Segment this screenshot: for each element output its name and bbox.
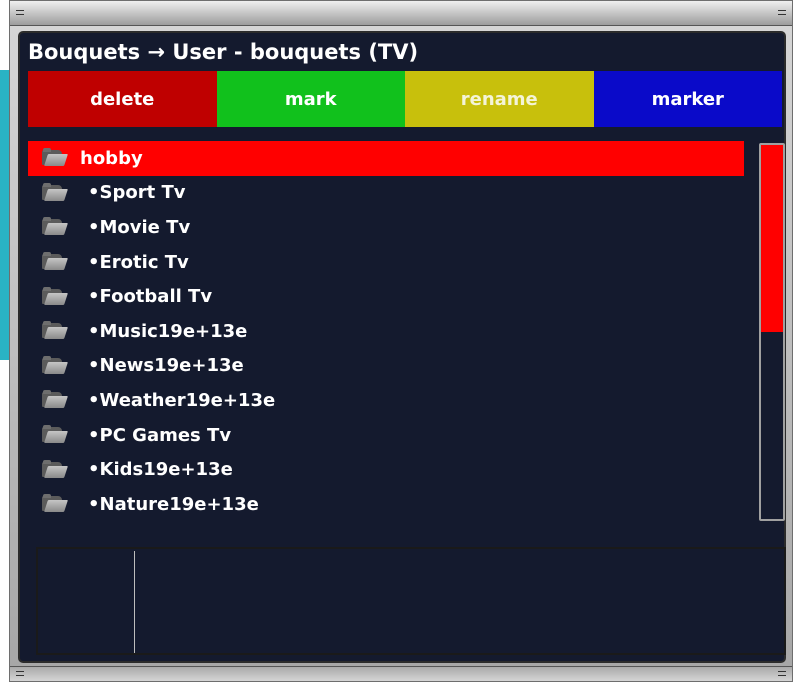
mark-button[interactable]: mark [216, 71, 405, 127]
list-item-label: •Nature19e+13e [88, 493, 259, 515]
marker-button[interactable]: marker [593, 71, 782, 127]
folder-icon [42, 217, 68, 236]
list-item-label: •News19e+13e [88, 355, 244, 377]
list-item-label: •Erotic Tv [88, 251, 189, 273]
corner-grip-icon [16, 671, 24, 676]
list-item-label: •Movie Tv [88, 216, 191, 238]
folder-icon [42, 355, 68, 375]
bouquet-list: hobby •Sport Tv •Movie Tv •Erotic Tv •Fo… [28, 141, 744, 522]
list-item[interactable]: •Movie Tv [28, 210, 744, 245]
rename-button[interactable]: rename [405, 71, 594, 127]
folder-icon [42, 494, 68, 513]
folder-icon [42, 321, 68, 340]
list-item[interactable]: •Nature19e+13e [28, 487, 744, 522]
list-item[interactable]: •News19e+13e [28, 349, 744, 384]
info-divider [134, 551, 135, 653]
list-item[interactable]: hobby [28, 141, 744, 176]
list-item[interactable]: •Weather19e+13e [28, 383, 744, 418]
folder-icon [42, 425, 68, 444]
color-button-bar: delete mark rename marker [28, 71, 782, 127]
folder-icon [42, 286, 68, 306]
list-item[interactable]: •Football Tv [28, 279, 744, 314]
delete-button[interactable]: delete [28, 71, 217, 127]
list-scrollbar[interactable] [759, 143, 785, 521]
info-panel [36, 547, 786, 655]
list-item-label: hobby [80, 147, 143, 169]
corner-grip-icon [778, 10, 786, 15]
list-item[interactable]: •Music19e+13e [28, 314, 744, 349]
scrollbar-thumb[interactable] [761, 145, 783, 332]
window-top-bar [10, 1, 792, 26]
left-accent-strip [0, 70, 9, 360]
folder-icon [42, 182, 68, 202]
folder-icon [42, 252, 68, 271]
folder-icon [42, 148, 68, 167]
list-item-label: •PC Games Tv [88, 424, 232, 446]
window-frame: Bouquets → User - bouquets (TV) delete m… [9, 0, 793, 682]
list-item-label: •Kids19e+13e [88, 459, 233, 481]
list-item[interactable]: •PC Games Tv [28, 418, 744, 453]
list-item[interactable]: •Kids19e+13e [28, 452, 744, 487]
list-item-label: •Music19e+13e [88, 320, 248, 342]
folder-icon [42, 390, 68, 409]
list-item-label: •Football Tv [88, 286, 213, 308]
list-item[interactable]: •Erotic Tv [28, 245, 744, 280]
corner-grip-icon [16, 10, 24, 15]
window-bottom-bar [10, 666, 792, 681]
list-item-label: •Sport Tv [88, 182, 186, 204]
list-item-label: •Weather19e+13e [88, 389, 276, 411]
page-title: Bouquets → User - bouquets (TV) [28, 40, 419, 64]
bouquet-editor-panel: Bouquets → User - bouquets (TV) delete m… [18, 31, 786, 663]
corner-grip-icon [778, 671, 786, 676]
folder-icon [42, 459, 68, 479]
list-item[interactable]: •Sport Tv [28, 176, 744, 211]
